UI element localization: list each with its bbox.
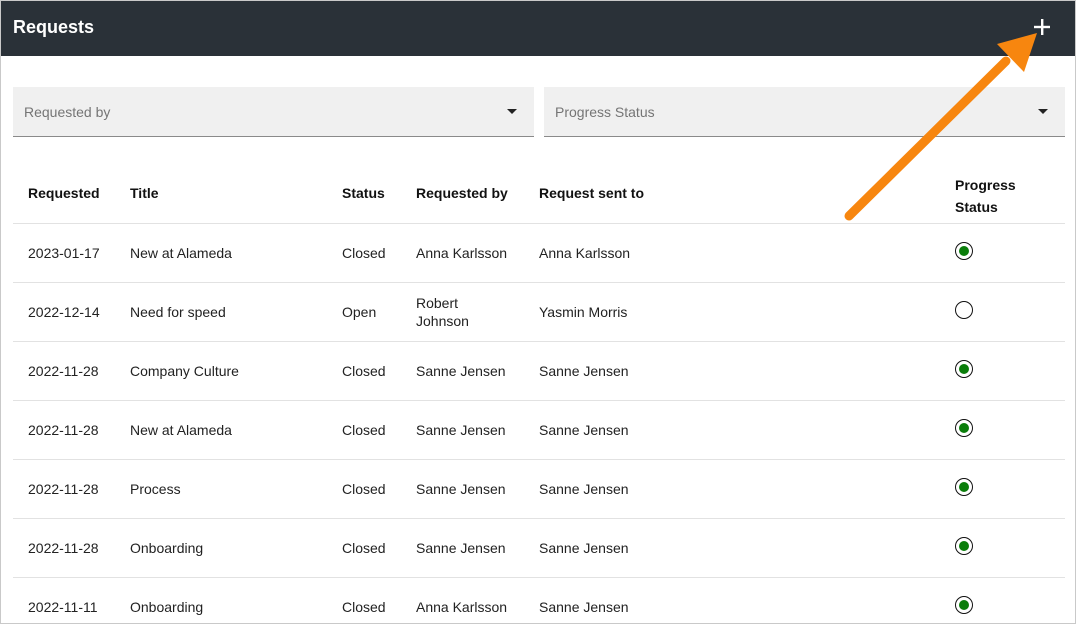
requested-by-last-name: Johnson bbox=[416, 313, 469, 329]
cell-request-sent-to: Anna Karlsson bbox=[539, 245, 631, 261]
column-header-title[interactable]: Title bbox=[130, 185, 159, 201]
cell-progress-status bbox=[955, 596, 973, 614]
add-request-button[interactable] bbox=[1031, 16, 1053, 38]
column-header-status[interactable]: Status bbox=[342, 185, 385, 201]
progress-complete-icon bbox=[955, 242, 973, 260]
progress-incomplete-icon bbox=[955, 301, 973, 319]
progress-status-filter[interactable]: Progress Status bbox=[544, 87, 1065, 137]
table-row[interactable]: 2022-11-28 Onboarding Closed Sanne Jense… bbox=[13, 519, 1065, 578]
header-bar: Requests bbox=[1, 1, 1075, 56]
chevron-down-icon bbox=[1038, 109, 1048, 114]
table-row[interactable]: 2022-11-28 Company Culture Closed Sanne … bbox=[13, 342, 1065, 401]
cell-request-sent-to: Sanne Jensen bbox=[539, 481, 629, 497]
cell-request-sent-to: Sanne Jensen bbox=[539, 363, 629, 379]
cell-requested-by: Sanne Jensen bbox=[416, 481, 506, 497]
progress-complete-icon bbox=[955, 478, 973, 496]
progress-complete-icon bbox=[955, 360, 973, 378]
cell-request-sent-to: Sanne Jensen bbox=[539, 599, 629, 615]
plus-icon bbox=[1034, 19, 1050, 35]
cell-requested-by: Sanne Jensen bbox=[416, 540, 506, 556]
table-row[interactable]: 2022-11-28 New at Alameda Closed Sanne J… bbox=[13, 401, 1065, 460]
chevron-down-icon bbox=[507, 109, 517, 114]
requested-by-filter[interactable]: Requested by bbox=[13, 87, 534, 137]
table-row[interactable]: 2022-12-14 Need for speed Open Robert Jo… bbox=[13, 283, 1065, 342]
cell-progress-status bbox=[955, 301, 973, 319]
cell-status: Closed bbox=[342, 245, 386, 261]
cell-requested-by: Anna Karlsson bbox=[416, 599, 508, 615]
cell-progress-status bbox=[955, 419, 973, 437]
cell-requested-by: Sanne Jensen bbox=[416, 422, 506, 438]
cell-status: Open bbox=[342, 304, 377, 320]
table-row[interactable]: 2022-11-28 Process Closed Sanne Jensen S… bbox=[13, 460, 1065, 519]
progress-header-line-1: Progress bbox=[955, 177, 1016, 193]
column-header-request-sent-to[interactable]: Request sent to bbox=[539, 185, 644, 201]
cell-status: Closed bbox=[342, 481, 386, 497]
cell-title: New at Alameda bbox=[130, 422, 232, 438]
table-row[interactable]: 2022-11-11 Onboarding Closed Anna Karlss… bbox=[13, 578, 1065, 623]
cell-status: Closed bbox=[342, 422, 386, 438]
cell-progress-status bbox=[955, 242, 973, 260]
cell-requested: 2023-01-17 bbox=[28, 245, 100, 261]
requests-panel: Requests Requested by Progress Status Re… bbox=[0, 0, 1076, 624]
progress-complete-icon bbox=[955, 419, 973, 437]
page-title: Requests bbox=[13, 17, 95, 37]
cell-requested: 2022-12-14 bbox=[28, 304, 100, 320]
cell-status: Closed bbox=[342, 363, 386, 379]
cell-title: Company Culture bbox=[130, 363, 239, 379]
column-header-requested-by[interactable]: Requested by bbox=[416, 185, 508, 201]
cell-request-sent-to: Sanne Jensen bbox=[539, 422, 629, 438]
cell-request-sent-to: Yasmin Morris bbox=[539, 304, 628, 320]
cell-title: Need for speed bbox=[130, 304, 226, 320]
cell-requested: 2022-11-11 bbox=[28, 599, 98, 615]
cell-requested: 2022-11-28 bbox=[28, 363, 99, 379]
column-header-requested[interactable]: Requested bbox=[28, 185, 100, 201]
table-header: Requested Title Status Requested by Requ… bbox=[13, 161, 1065, 224]
cell-requested: 2022-11-28 bbox=[28, 540, 99, 556]
cell-requested: 2022-11-28 bbox=[28, 422, 99, 438]
cell-progress-status bbox=[955, 360, 973, 378]
cell-requested-by: Anna Karlsson bbox=[416, 245, 508, 261]
cell-requested-by: Sanne Jensen bbox=[416, 363, 506, 379]
cell-status: Closed bbox=[342, 540, 386, 556]
cell-progress-status bbox=[955, 478, 973, 496]
cell-requested: 2022-11-28 bbox=[28, 481, 99, 497]
requested-by-filter-label: Requested by bbox=[24, 104, 111, 120]
cell-title: Onboarding bbox=[130, 540, 204, 556]
cell-status: Closed bbox=[342, 599, 386, 615]
cell-request-sent-to: Sanne Jensen bbox=[539, 540, 629, 556]
progress-header-line-2: Status bbox=[955, 199, 998, 215]
requested-by-first-name: Robert bbox=[416, 295, 459, 311]
requests-table: Requested Title Status Requested by Requ… bbox=[13, 161, 1065, 623]
progress-complete-icon bbox=[955, 537, 973, 555]
cell-requested-by: Robert Johnson bbox=[416, 294, 506, 330]
cell-progress-status bbox=[955, 537, 973, 555]
column-header-progress-status[interactable]: Progress Status bbox=[955, 174, 1016, 218]
cell-title: New at Alameda bbox=[130, 245, 232, 261]
progress-complete-icon bbox=[955, 596, 973, 614]
table-row[interactable]: 2023-01-17 New at Alameda Closed Anna Ka… bbox=[13, 224, 1065, 283]
cell-title: Onboarding bbox=[130, 599, 204, 615]
cell-title: Process bbox=[130, 481, 181, 497]
progress-status-filter-label: Progress Status bbox=[555, 104, 655, 120]
